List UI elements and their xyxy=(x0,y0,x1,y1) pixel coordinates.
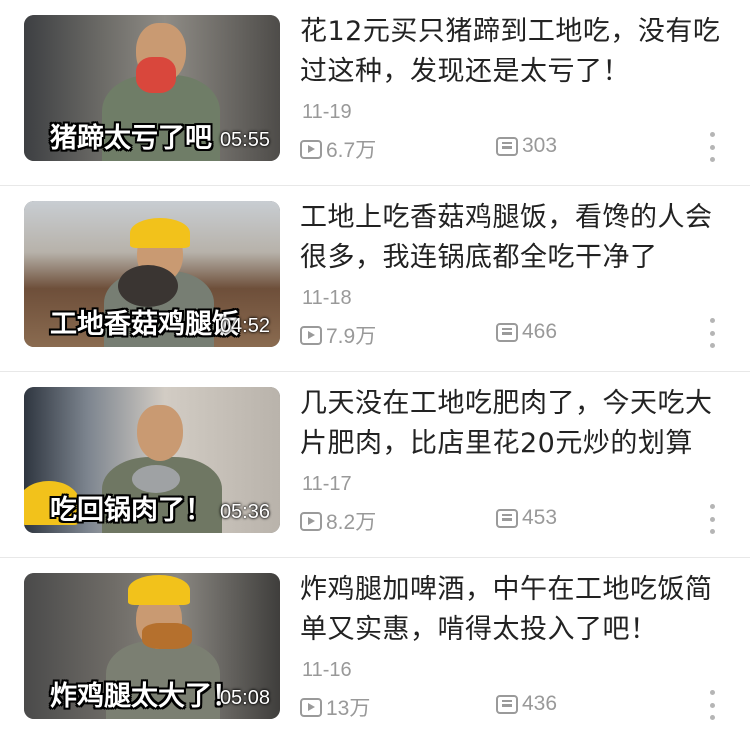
danmaku-count-icon xyxy=(496,694,518,714)
video-item[interactable]: 猪蹄太亏了吧 05:55 花12元买只猪蹄到工地吃，没有吃过这种，发现还是太亏了… xyxy=(0,0,750,186)
video-date: 11-18 xyxy=(302,287,352,309)
more-vertical-icon[interactable] xyxy=(706,132,718,162)
food-pot xyxy=(118,265,178,307)
view-count: 7.9万 xyxy=(300,320,376,350)
video-date: 11-17 xyxy=(302,473,352,495)
video-duration: 05:36 xyxy=(219,501,270,523)
danmaku-count-icon xyxy=(496,322,518,342)
view-count-value: 13万 xyxy=(326,697,371,720)
video-thumbnail[interactable]: 工地香菇鸡腿饭 04:52 xyxy=(24,201,280,347)
food-item xyxy=(142,623,192,649)
thumbnail-caption: 炸鸡腿太大了！ xyxy=(50,681,239,712)
view-count-value: 6.7万 xyxy=(326,139,377,162)
play-count-icon xyxy=(300,325,322,345)
danmaku-count: 436 xyxy=(496,692,557,716)
danmaku-count: 466 xyxy=(496,320,557,344)
video-title[interactable]: 几天没在工地吃肥肉了，今天吃大片肥肉，比店里花20元炒的划算 xyxy=(300,384,730,464)
view-count: 6.7万 xyxy=(300,134,376,164)
video-title[interactable]: 花12元买只猪蹄到工地吃，没有吃过这种，发现还是太亏了！ xyxy=(300,12,730,92)
video-thumbnail[interactable]: 炸鸡腿太大了！ 05:08 xyxy=(24,573,280,719)
view-count: 8.2万 xyxy=(300,506,376,536)
video-thumbnail[interactable]: 猪蹄太亏了吧 05:55 xyxy=(24,15,280,161)
video-title[interactable]: 工地上吃香菇鸡腿饭，看馋的人会很多，我连锅底都全吃干净了 xyxy=(300,198,730,278)
view-count-value: 7.9万 xyxy=(326,325,377,348)
video-duration: 05:08 xyxy=(219,687,270,709)
play-count-icon xyxy=(300,511,322,531)
play-count-icon xyxy=(300,697,322,717)
food-item xyxy=(136,57,176,93)
video-date: 11-19 xyxy=(302,101,352,123)
hard-hat xyxy=(128,575,190,605)
video-item[interactable]: 工地香菇鸡腿饭 04:52 工地上吃香菇鸡腿饭，看馋的人会很多，我连锅底都全吃干… xyxy=(0,186,750,372)
thumbnail-caption: 猪蹄太亏了吧 xyxy=(50,123,212,154)
view-count-value: 8.2万 xyxy=(326,511,377,534)
video-duration: 04:52 xyxy=(219,315,270,337)
video-duration: 05:55 xyxy=(219,129,270,151)
video-date: 11-16 xyxy=(302,659,352,681)
more-vertical-icon[interactable] xyxy=(706,504,718,534)
video-title[interactable]: 炸鸡腿加啤酒，中午在工地吃饭简单又实惠，啃得太投入了吧！ xyxy=(300,570,730,650)
video-feed: 猪蹄太亏了吧 05:55 花12元买只猪蹄到工地吃，没有吃过这种，发现还是太亏了… xyxy=(0,0,750,739)
more-vertical-icon[interactable] xyxy=(706,690,718,720)
video-item[interactable]: 炸鸡腿太大了！ 05:08 炸鸡腿加啤酒，中午在工地吃饭简单又实惠，啃得太投入了… xyxy=(0,558,750,739)
more-vertical-icon[interactable] xyxy=(706,318,718,348)
video-thumbnail[interactable]: 吃回锅肉了！ 05:36 xyxy=(24,387,280,533)
play-count-icon xyxy=(300,139,322,159)
danmaku-count-icon xyxy=(496,136,518,156)
food-pot xyxy=(132,465,180,493)
danmaku-count: 303 xyxy=(496,134,557,158)
video-item[interactable]: 吃回锅肉了！ 05:36 几天没在工地吃肥肉了，今天吃大片肥肉，比店里花20元炒… xyxy=(0,372,750,558)
view-count: 13万 xyxy=(300,692,370,722)
danmaku-count: 453 xyxy=(496,506,557,530)
danmaku-count-icon xyxy=(496,508,518,528)
danmaku-count-value: 436 xyxy=(522,692,558,715)
danmaku-count-value: 303 xyxy=(522,134,558,157)
thumbnail-caption: 工地香菇鸡腿饭 xyxy=(50,309,239,340)
person-head xyxy=(137,405,183,461)
thumbnail-caption: 吃回锅肉了！ xyxy=(50,495,212,526)
hard-hat xyxy=(130,218,190,248)
danmaku-count-value: 453 xyxy=(522,506,558,529)
danmaku-count-value: 466 xyxy=(522,320,558,343)
